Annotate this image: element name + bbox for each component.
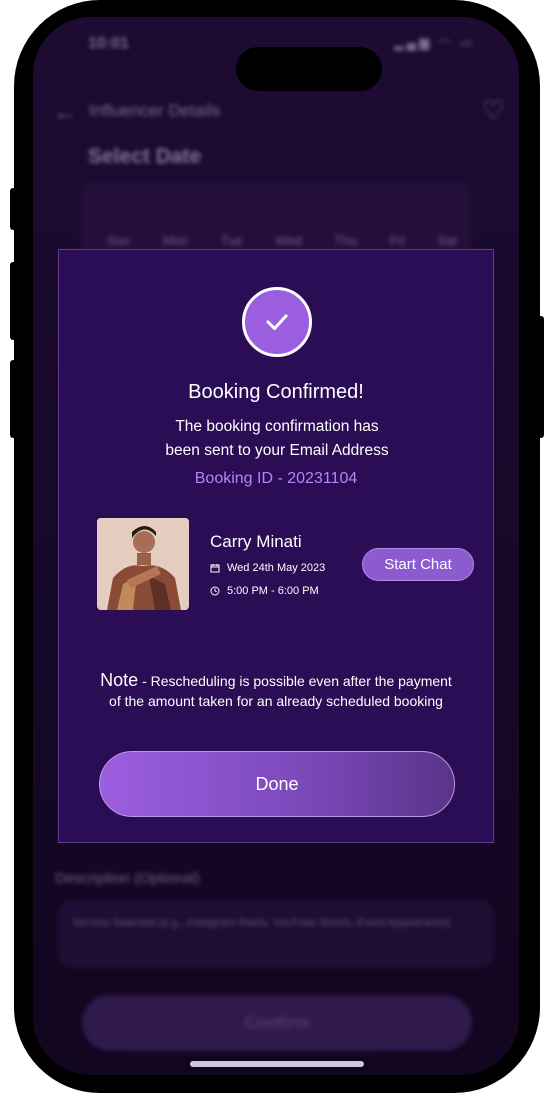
clock-icon (210, 586, 220, 596)
page-title: Influencer Details (89, 101, 221, 120)
dialog-message: The booking confirmation has been sent t… (119, 415, 435, 463)
booking-date-row: Wed 24th May 2023 (210, 562, 325, 574)
dynamic-island (236, 47, 382, 91)
weekday: Sun (107, 233, 131, 248)
description-label: Description (Optional) (55, 870, 201, 887)
dialog-message-line: The booking confirmation has (175, 418, 379, 435)
home-indicator (190, 1061, 364, 1067)
booking-date: Wed 24th May 2023 (227, 562, 326, 574)
description-placeholder: Service Selected (e.g., Instagram Reels,… (73, 917, 451, 929)
weekday: Wed (275, 233, 302, 248)
side-button-power (536, 316, 544, 438)
avatar-illustration (97, 518, 189, 610)
calendar-weekdays: Sun Mon Tue Wed Thu Fri Sat (107, 233, 457, 248)
note-text: - Rescheduling is possible even after th… (138, 673, 452, 689)
booking-id: Booking ID - 20231104 (194, 470, 358, 487)
heart-icon[interactable]: ♡ (482, 95, 505, 126)
confirm-button[interactable]: Confirm (82, 995, 472, 1051)
done-button[interactable]: Done (99, 751, 455, 817)
note-line-1: Note - Rescheduling is possible even aft… (59, 670, 493, 691)
side-button-action (10, 188, 20, 230)
status-time: 10:01 (88, 35, 129, 52)
section-title: Select Date (88, 145, 202, 168)
start-chat-button[interactable]: Start Chat (362, 548, 474, 581)
weekday: Mon (162, 233, 189, 248)
check-icon (242, 287, 312, 357)
booking-confirmed-dialog: Booking Confirmed! The booking confirmat… (58, 249, 494, 843)
booking-time-row: 5:00 PM - 6:00 PM (210, 585, 319, 597)
description-field[interactable] (58, 900, 494, 968)
weekday: Sat (437, 233, 457, 248)
status-icons: ▂▄▆ ◠ ▭ (393, 35, 475, 50)
side-button-volume-down (10, 360, 20, 438)
note-label: Note (100, 670, 139, 690)
weekday: Tue (220, 233, 243, 248)
influencer-avatar (97, 518, 189, 610)
side-button-volume-up (10, 262, 20, 340)
dialog-title: Booking Confirmed! (188, 381, 364, 403)
weekday: Fri (389, 233, 405, 248)
back-arrow-icon[interactable]: ← (53, 99, 77, 127)
checkmark-icon (266, 314, 288, 330)
calendar-icon (210, 564, 220, 573)
dialog-message-line: been sent to your Email Address (165, 442, 389, 459)
booking-time: 5:00 PM - 6:00 PM (227, 585, 319, 597)
influencer-name: Carry Minati (210, 532, 302, 551)
weekday: Thu (334, 233, 357, 248)
note-line-2: of the amount taken for an already sched… (109, 693, 443, 709)
